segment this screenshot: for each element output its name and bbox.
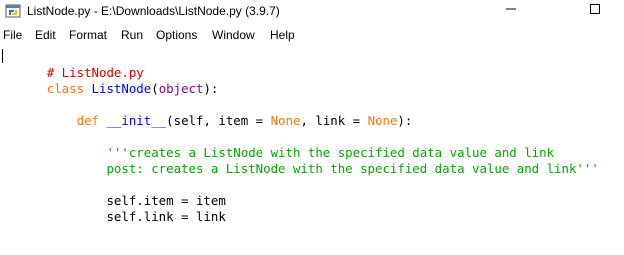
minimize-icon <box>505 2 517 20</box>
code-text: self.link = link <box>106 209 226 224</box>
menu-window[interactable]: Window <box>212 28 255 43</box>
paren-open: ( <box>151 81 159 96</box>
keyword-none: None <box>270 113 301 128</box>
keyword-class: class <box>46 81 85 96</box>
code-line-comment: # ListNode.py <box>2 49 144 80</box>
params-part-3: ): <box>397 113 413 128</box>
menu-run[interactable]: Run <box>121 28 143 43</box>
params-part-1: (self, item = <box>166 113 271 128</box>
menu-bar: File Edit Format Run Options Window Help <box>0 26 624 45</box>
window-title: ListNode.py - E:\Downloads\ListNode.py (… <box>27 4 280 18</box>
code-line-class: class ListNode(object): <box>2 65 219 96</box>
menu-format[interactable]: Format <box>69 28 107 43</box>
menu-options[interactable]: Options <box>156 28 197 43</box>
menu-file[interactable]: File <box>3 28 22 43</box>
maximize-icon <box>589 2 601 20</box>
builtin-object: object <box>158 81 204 96</box>
menu-edit[interactable]: Edit <box>35 28 56 43</box>
function-name: __init__ <box>106 113 167 128</box>
code-line-assign-item: self.item = item <box>2 177 225 208</box>
menu-help[interactable]: Help <box>270 28 295 43</box>
idle-editor-window: ListNode.py - E:\Downloads\ListNode.py (… <box>0 0 624 255</box>
keyword-def: def <box>76 113 99 128</box>
maximize-button[interactable] <box>572 0 618 22</box>
code-line-docstring-1: '''creates a ListNode with the specified… <box>2 129 554 160</box>
docstring-text: post: creates a ListNode with the specif… <box>106 161 599 176</box>
code-line-def: def __init__(self, item = None, link = N… <box>2 97 413 128</box>
paren-close: ): <box>203 81 219 96</box>
keyword-none: None <box>367 113 398 128</box>
minimize-button[interactable] <box>488 0 534 22</box>
code-editor[interactable]: # ListNode.py class ListNode(object): de… <box>0 47 624 255</box>
python-idle-icon <box>5 3 21 19</box>
code-line-docstring-2: post: creates a ListNode with the specif… <box>2 145 598 176</box>
title-bar[interactable]: ListNode.py - E:\Downloads\ListNode.py (… <box>0 0 624 22</box>
class-name: ListNode <box>91 81 152 96</box>
params-part-2: , link = <box>300 113 368 128</box>
code-line-assign-link: self.link = link <box>2 193 225 224</box>
